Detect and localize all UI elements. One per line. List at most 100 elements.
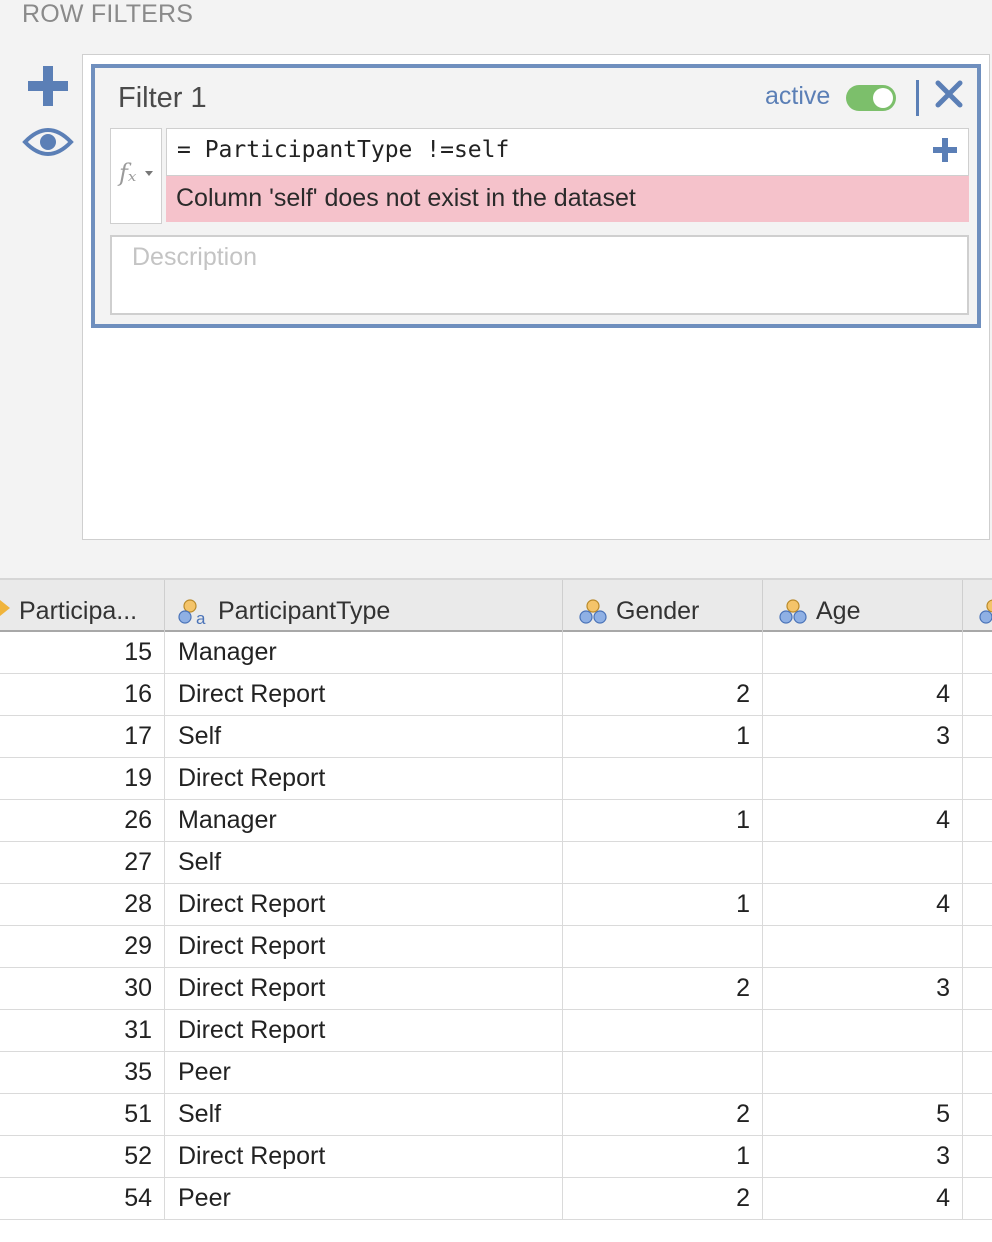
table-cell[interactable]: Direct Report	[165, 674, 563, 715]
table-row[interactable]: 35 Peer	[0, 1052, 992, 1094]
table-row[interactable]: 27 Self	[0, 842, 992, 884]
table-cell[interactable]: 27	[0, 842, 165, 883]
table-cell[interactable]	[963, 1094, 992, 1135]
description-field[interactable]	[110, 235, 969, 315]
table-cell[interactable]: 1	[563, 1136, 763, 1177]
eye-icon[interactable]	[22, 124, 74, 160]
data-grid: Participa... a ParticipantType Gender Ag…	[0, 578, 992, 1242]
table-cell[interactable]: 5	[763, 1094, 963, 1135]
column-header-partial[interactable]	[963, 580, 992, 632]
table-cell[interactable]	[963, 926, 992, 967]
table-cell[interactable]	[763, 632, 963, 673]
table-cell[interactable]: Direct Report	[165, 968, 563, 1009]
table-cell[interactable]: 2	[563, 1178, 763, 1219]
table-cell[interactable]	[963, 716, 992, 757]
table-row[interactable]: 17 Self 1 3	[0, 716, 992, 758]
table-row[interactable]: 16 Direct Report 2 4	[0, 674, 992, 716]
column-header-participant[interactable]: Participa...	[0, 580, 165, 632]
table-cell[interactable]: 30	[0, 968, 165, 1009]
table-row[interactable]: 28 Direct Report 1 4	[0, 884, 992, 926]
table-cell[interactable]: 2	[563, 968, 763, 1009]
table-cell[interactable]	[963, 842, 992, 883]
table-cell[interactable]: 3	[763, 716, 963, 757]
table-cell[interactable]	[763, 758, 963, 799]
table-cell[interactable]	[763, 1010, 963, 1051]
table-cell[interactable]: Direct Report	[165, 758, 563, 799]
column-header-age[interactable]: Age	[763, 580, 963, 632]
table-row[interactable]: 31 Direct Report	[0, 1010, 992, 1052]
table-cell[interactable]	[563, 1052, 763, 1093]
table-cell[interactable]: 4	[763, 674, 963, 715]
table-cell[interactable]	[563, 758, 763, 799]
table-cell[interactable]: Manager	[165, 632, 563, 673]
table-cell[interactable]	[963, 1136, 992, 1177]
table-cell[interactable]	[763, 926, 963, 967]
table-cell[interactable]	[963, 1010, 992, 1051]
column-header-gender[interactable]: Gender	[563, 580, 763, 632]
table-row[interactable]: 52 Direct Report 1 3	[0, 1136, 992, 1178]
table-cell[interactable]: 28	[0, 884, 165, 925]
table-cell[interactable]	[563, 842, 763, 883]
table-row[interactable]: 54 Peer 2 4	[0, 1178, 992, 1220]
table-cell[interactable]: 16	[0, 674, 165, 715]
table-cell[interactable]	[963, 632, 992, 673]
table-cell[interactable]	[963, 884, 992, 925]
table-row[interactable]: 15 Manager	[0, 632, 992, 674]
table-cell[interactable]	[563, 632, 763, 673]
table-cell[interactable]: Direct Report	[165, 884, 563, 925]
table-cell[interactable]: 4	[763, 1178, 963, 1219]
table-cell[interactable]	[963, 758, 992, 799]
filter-name[interactable]: Filter 1	[118, 82, 207, 115]
table-cell[interactable]	[563, 926, 763, 967]
table-row[interactable]: 26 Manager 1 4	[0, 800, 992, 842]
table-cell[interactable]: 1	[563, 800, 763, 841]
table-row[interactable]: 19 Direct Report	[0, 758, 992, 800]
table-cell[interactable]	[963, 674, 992, 715]
table-cell[interactable]: 54	[0, 1178, 165, 1219]
table-cell[interactable]: 19	[0, 758, 165, 799]
column-header-participanttype[interactable]: a ParticipantType	[165, 580, 563, 632]
formula-input[interactable]: = ParticipantType !=self	[166, 128, 969, 176]
table-cell[interactable]	[963, 968, 992, 1009]
table-cell[interactable]: Self	[165, 716, 563, 757]
table-cell[interactable]: 17	[0, 716, 165, 757]
table-cell[interactable]: 26	[0, 800, 165, 841]
close-icon[interactable]	[933, 78, 965, 110]
table-cell[interactable]: Self	[165, 1094, 563, 1135]
table-cell[interactable]: 4	[763, 884, 963, 925]
table-cell[interactable]: 51	[0, 1094, 165, 1135]
table-cell[interactable]	[963, 1052, 992, 1093]
table-cell[interactable]: 29	[0, 926, 165, 967]
active-toggle[interactable]	[846, 85, 896, 111]
add-filter-icon[interactable]	[26, 64, 70, 108]
table-cell[interactable]: 15	[0, 632, 165, 673]
table-cell[interactable]: Self	[165, 842, 563, 883]
table-cell[interactable]: Direct Report	[165, 926, 563, 967]
formula-text[interactable]: = ParticipantType !=self	[177, 137, 509, 163]
table-cell[interactable]: 2	[563, 674, 763, 715]
table-cell[interactable]: Direct Report	[165, 1010, 563, 1051]
table-cell[interactable]: 3	[763, 1136, 963, 1177]
table-cell[interactable]	[963, 800, 992, 841]
table-cell[interactable]: 35	[0, 1052, 165, 1093]
table-cell[interactable]: 3	[763, 968, 963, 1009]
table-cell[interactable]: 4	[763, 800, 963, 841]
table-cell[interactable]: Manager	[165, 800, 563, 841]
table-cell[interactable]	[763, 1052, 963, 1093]
table-cell[interactable]: Peer	[165, 1052, 563, 1093]
table-row[interactable]: 30 Direct Report 2 3	[0, 968, 992, 1010]
add-condition-icon[interactable]	[932, 137, 958, 163]
table-cell[interactable]	[963, 1178, 992, 1219]
table-row[interactable]: 29 Direct Report	[0, 926, 992, 968]
table-cell[interactable]: 31	[0, 1010, 165, 1051]
table-cell[interactable]: Peer	[165, 1178, 563, 1219]
table-cell[interactable]	[563, 1010, 763, 1051]
function-button[interactable]: 𝑓ₓ	[110, 128, 162, 224]
table-cell[interactable]: 1	[563, 884, 763, 925]
table-cell[interactable]: Direct Report	[165, 1136, 563, 1177]
table-cell[interactable]	[763, 842, 963, 883]
table-cell[interactable]: 2	[563, 1094, 763, 1135]
table-cell[interactable]: 52	[0, 1136, 165, 1177]
table-row[interactable]: 51 Self 2 5	[0, 1094, 992, 1136]
table-cell[interactable]: 1	[563, 716, 763, 757]
